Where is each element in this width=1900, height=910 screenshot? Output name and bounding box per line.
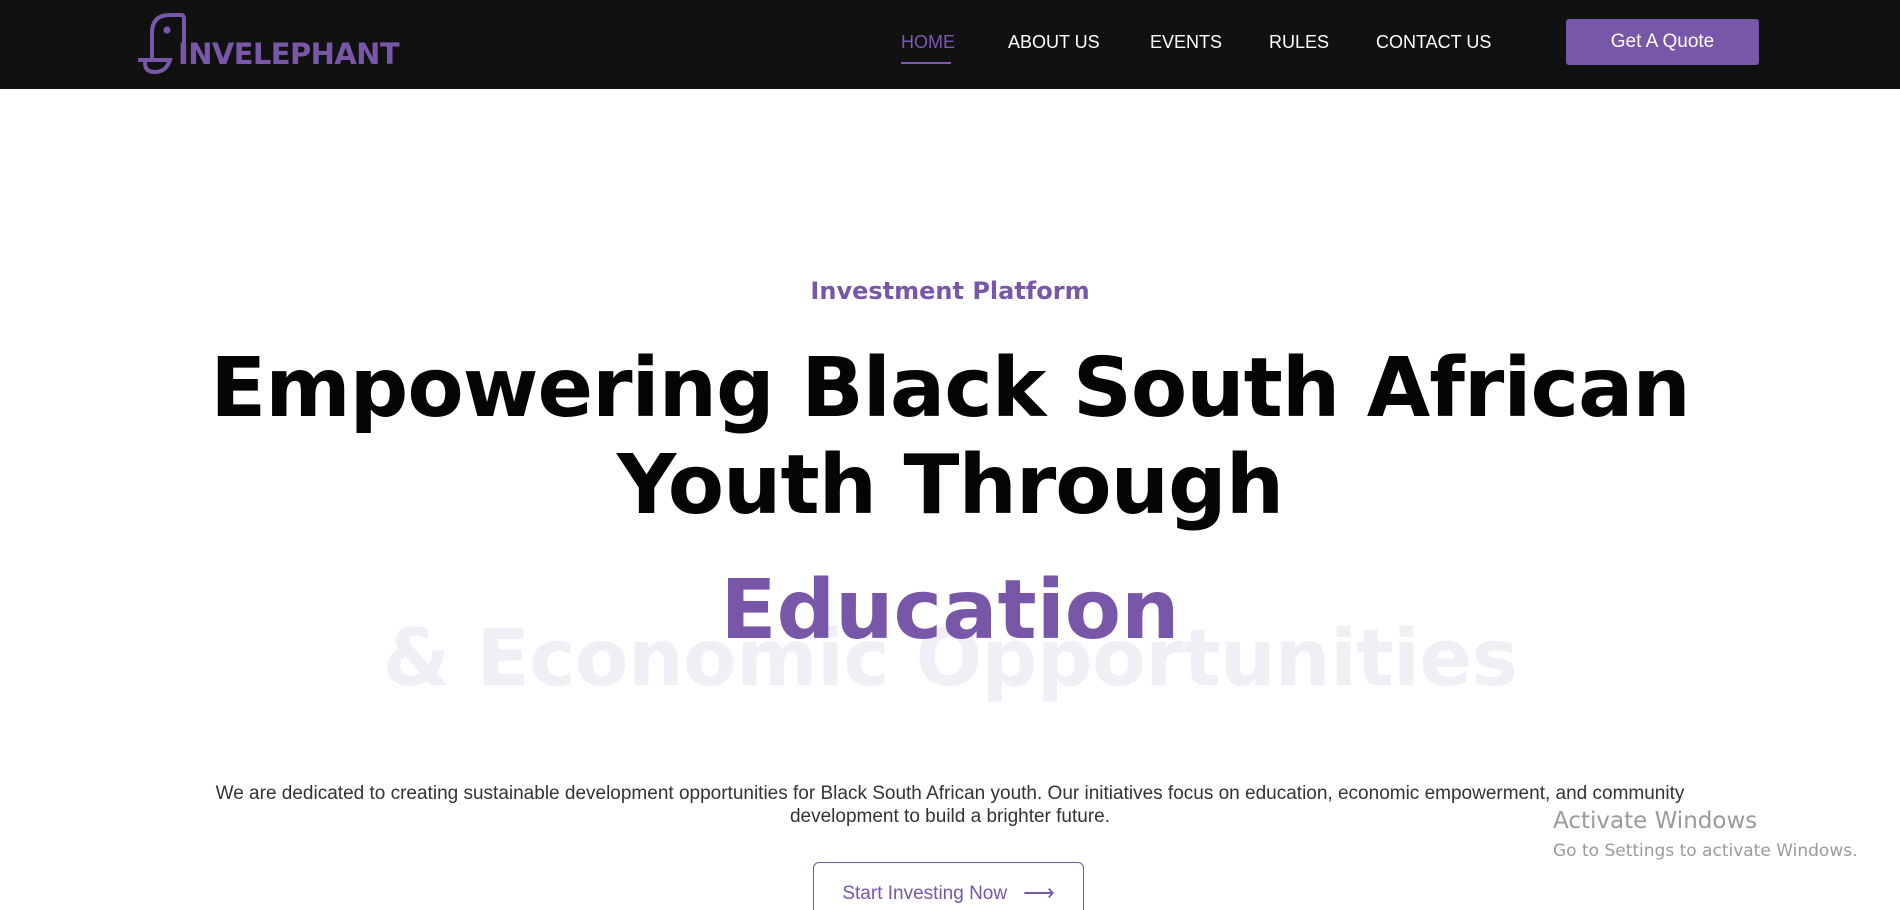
windows-activation-watermark: Activate Windows Go to Settings to activ…: [1553, 806, 1858, 862]
nav-home[interactable]: HOME: [901, 30, 955, 56]
start-investing-label: Start Investing Now: [842, 883, 1008, 904]
nav-events[interactable]: EVENTS: [1150, 30, 1222, 56]
hero-eyebrow: Investment Platform: [810, 277, 1090, 305]
hero-headline-line2: Youth Through: [616, 438, 1284, 533]
page: INVELEPHANT HOME ABOUT US EVENTS RULES C…: [0, 0, 1900, 910]
logo-link[interactable]: INVELEPHANT: [138, 12, 400, 74]
hero-headline-line1: Empowering Black South African: [210, 341, 1691, 436]
get-a-quote-button[interactable]: Get A Quote: [1566, 19, 1759, 65]
hero-headline: Empowering Black South African Youth Thr…: [150, 340, 1750, 534]
hero-description-line2: development to build a brighter future.: [789, 806, 1111, 827]
rotating-word: Education: [720, 563, 1180, 658]
hero-description-line1: We are dedicated to creating sustainable…: [215, 783, 1685, 804]
nav-rules[interactable]: RULES: [1269, 30, 1329, 56]
nav-active-underline: [901, 62, 951, 64]
activation-subtitle: Go to Settings to activate Windows.: [1553, 841, 1858, 861]
nav-contact-us[interactable]: CONTACT US: [1376, 30, 1491, 56]
arrow-right-icon: ⟶: [1023, 880, 1055, 905]
hero-description: We are dedicated to creating sustainable…: [170, 782, 1730, 828]
logo-text: INVELEPHANT: [178, 37, 400, 71]
activation-title: Activate Windows: [1553, 808, 1758, 834]
nav-about-us[interactable]: ABOUT US: [1008, 30, 1100, 56]
start-investing-button[interactable]: Start Investing Now ⟶: [813, 862, 1084, 910]
navbar: INVELEPHANT HOME ABOUT US EVENTS RULES C…: [0, 0, 1900, 89]
